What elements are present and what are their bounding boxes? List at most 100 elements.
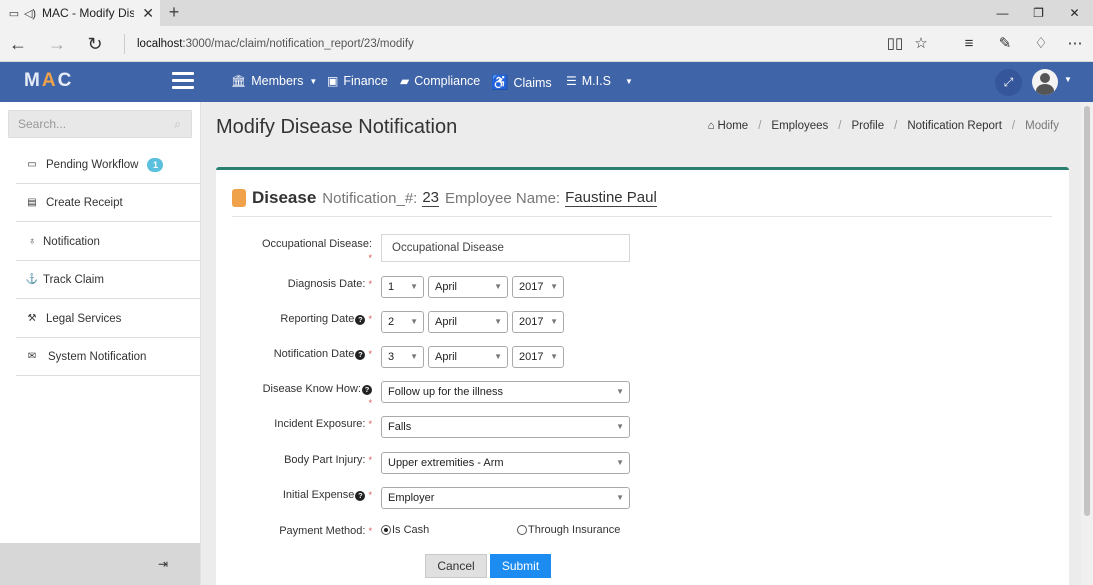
chevron-down-icon: ▼ [624,76,633,86]
sidebar-item-label: System Notification [48,350,147,363]
help-icon: ? [355,315,366,325]
occupational-disease-input[interactable]: Occupational Disease [381,234,630,262]
submit-button[interactable]: Submit [490,554,551,578]
help-icon: ? [355,491,366,501]
chevron-down-icon: ▼ [550,317,558,326]
more-icon[interactable]: ⋯ [1063,32,1087,56]
sidebar-item-system-notification[interactable]: ✉ System Notification [16,338,200,376]
notification-year-select[interactable]: 2017 ▼ [512,346,564,368]
diagnosis-day-select[interactable]: 1 ▼ [381,276,424,298]
cancel-button[interactable]: Cancel [425,554,487,578]
initial-expense-label: Initial Expense? * [282,489,372,501]
sidebar-item-label: Legal Services [46,312,122,325]
user-avatar[interactable] [1032,69,1058,95]
notification-month-select[interactable]: April ▼ [428,346,508,368]
radio-through-insurance[interactable]: Through Insurance [517,524,620,536]
app-logo[interactable]: MAC [24,70,73,92]
sidebar-item-label: Pending Workflow [46,158,139,171]
notification-day-select[interactable]: 3 ▼ [381,346,424,368]
url-field[interactable]: localhost:3000/mac/claim/notification_re… [124,34,414,54]
breadcrumb-employees[interactable]: Employees [771,120,828,132]
menu-compliance-label: Compliance [414,74,481,88]
disease-know-how-label: Disease Know How:? * [262,383,372,408]
help-icon: ? [362,385,372,395]
minimize-icon[interactable]: — [984,0,1021,26]
sidebar-item-pending-workflow[interactable]: ▭ Pending Workflow 1 [16,146,200,184]
sidebar-item-label: Create Receipt [46,196,123,209]
reporting-day-select[interactable]: 2 ▼ [381,311,424,333]
inbox-icon: ▭ [27,159,37,170]
receipt-icon: ▤ [27,197,37,208]
page-icon: ▭ [8,7,20,20]
sidebar-item-notification[interactable]: ♁ Notification [16,223,200,261]
chevron-down-icon: ▼ [616,422,624,431]
hub-icon[interactable]: ≡ [957,32,981,56]
notification-date-label: Notification Date? * [273,348,372,360]
menu-compliance[interactable]: ▰ Compliance [400,74,480,88]
sidebar-item-legal-services[interactable]: ⚒ Legal Services [16,300,200,338]
reading-view-icon[interactable]: ▯▯ [883,32,907,56]
chevron-down-icon: ▼ [494,352,502,361]
logout-icon[interactable]: ⇥ [158,557,168,571]
breadcrumb-notification-report[interactable]: Notification Report [907,120,1002,132]
sidebar-item-label: Notification [43,235,100,248]
fullscreen-expand-icon[interactable]: ⤢ [995,69,1022,96]
forward-icon[interactable]: → [45,32,69,56]
reporting-year-select[interactable]: 2017 ▼ [512,311,564,333]
search-icon[interactable]: ⌕ [174,111,181,137]
menu-members[interactable]: 🏛 Members ▼ [231,74,317,88]
menu-claims[interactable]: ♿ Claims [491,74,552,91]
share-icon[interactable]: ♢ [1029,32,1053,56]
menu-finance[interactable]: ▣ Finance [327,74,388,88]
menu-mis[interactable]: ☰ M.I.S ▼ [566,74,633,88]
window-close-icon[interactable]: ✕ [1056,0,1093,26]
reporting-month-select[interactable]: April ▼ [428,311,508,333]
gavel-icon: ⚒ [27,313,37,324]
breadcrumb-profile[interactable]: Profile [852,120,885,132]
browser-tab-strip: ▭ ◁) MAC - Modify Dise ✕ + — ❐ ✕ [0,0,1093,26]
initial-expense-select[interactable]: Employer ▼ [381,487,630,509]
restore-icon[interactable]: ❐ [1020,0,1057,26]
sidebar-footer: ⇥ [0,543,200,585]
chevron-down-icon: ▼ [494,317,502,326]
close-tab-icon[interactable]: ✕ [142,5,154,22]
chevron-down-icon: ▼ [550,282,558,291]
sidebar-item-track-claim[interactable]: ⚓ Track Claim [16,261,200,299]
app-header: MAC 🏛 Members ▼ ▣ Finance ▰ Compliance ♿… [0,62,1093,102]
sidebar-item-create-receipt[interactable]: ▤ Create Receipt [16,184,200,222]
diagnosis-year-select[interactable]: 2017 ▼ [512,276,564,298]
favorite-star-icon[interactable]: ☆ [909,32,933,56]
back-icon[interactable]: ← [6,32,30,56]
chevron-down-icon[interactable]: ▼ [1064,75,1072,84]
page-scrollbar[interactable] [1081,102,1093,585]
building-icon: 🏛 [231,74,247,88]
scrollbar-thumb[interactable] [1084,106,1090,516]
body-part-injury-select[interactable]: Upper extremities - Arm ▼ [381,452,630,474]
menu-claims-label: Claims [513,75,552,90]
url-host: localhost [137,38,183,50]
disease-know-how-select[interactable]: Follow up for the illness ▼ [381,381,630,403]
book-icon: ▰ [400,74,410,88]
speaker-icon[interactable]: ◁) [22,7,38,20]
incident-exposure-select[interactable]: Falls ▼ [381,416,630,438]
breadcrumb-home[interactable]: Home [718,120,749,132]
sidebar-search-input[interactable]: Search... ⌕ [8,110,192,138]
chevron-down-icon: ▼ [410,282,418,291]
diagnosis-month-select[interactable]: April ▼ [428,276,508,298]
logo-letter-a: A [41,70,58,91]
refresh-icon[interactable]: ↻ [83,32,107,56]
logo-letter-m: M [24,70,42,91]
employee-name-label: Employee Name: [445,189,561,207]
occupational-disease-label: Occupational Disease: * [261,238,372,263]
bell-icon: ♁ [28,236,36,247]
web-note-icon[interactable]: ✎ [993,32,1017,56]
sidebar-item-label: Track Claim [43,273,104,286]
hamburger-menu-icon[interactable] [172,72,194,92]
logo-letter-c: C [57,70,74,91]
help-icon: ? [355,350,366,360]
home-icon: ⌂ [707,120,715,132]
browser-tab[interactable]: ▭ ◁) MAC - Modify Dise ✕ [0,0,160,26]
new-tab-icon[interactable]: + [165,2,183,23]
radio-is-cash[interactable]: Is Cash [381,524,429,536]
sidebar: Search... ⌕ ▭ Pending Workflow 1 ▤ Creat… [0,102,201,585]
